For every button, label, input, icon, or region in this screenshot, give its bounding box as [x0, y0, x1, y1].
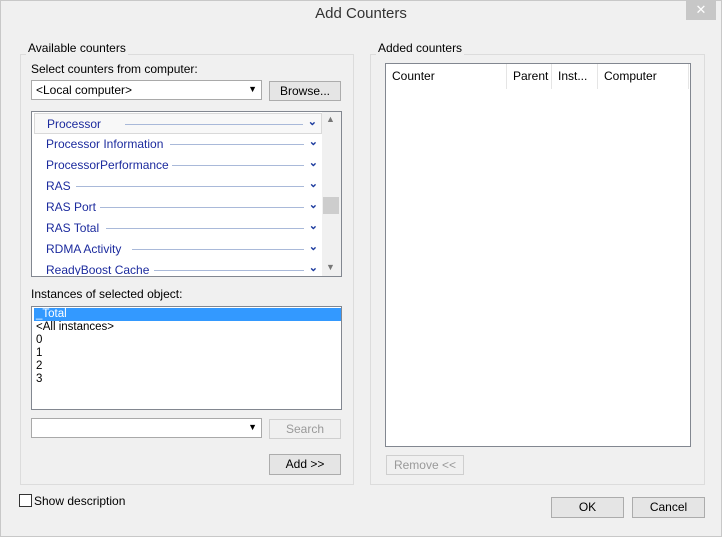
scroll-up-icon[interactable]: ▲: [326, 114, 335, 124]
instance-item[interactable]: 0: [34, 334, 341, 347]
column-computer[interactable]: Computer: [598, 64, 689, 89]
counter-item[interactable]: RDMA Activity ⌄: [34, 239, 322, 260]
counter-item[interactable]: RAS Total ⌄: [34, 218, 322, 239]
available-counters-label: Available counters: [26, 41, 128, 55]
chevron-down-icon: ▼: [248, 422, 257, 432]
expand-icon[interactable]: ⌄: [308, 115, 317, 128]
search-input[interactable]: ▼: [31, 418, 262, 438]
close-icon: ✕: [695, 2, 707, 17]
added-counters-table[interactable]: Counter Parent Inst... Computer: [385, 63, 691, 447]
computer-label: Select counters from computer:: [31, 62, 198, 76]
expand-icon[interactable]: ⌄: [309, 135, 318, 148]
instance-item[interactable]: 3: [34, 373, 341, 386]
scrollbar-thumb[interactable]: [323, 197, 339, 214]
counter-item[interactable]: RAS ⌄: [34, 176, 322, 197]
scroll-down-icon[interactable]: ▼: [326, 262, 335, 272]
counter-list-scrollbar[interactable]: ▲ ▼: [322, 112, 341, 276]
dialog-title: Add Counters: [315, 5, 407, 22]
counter-item[interactable]: ReadyBoost Cache ⌄: [34, 260, 322, 275]
expand-icon[interactable]: ⌄: [309, 198, 318, 211]
close-button[interactable]: ✕: [686, 0, 716, 20]
chevron-down-icon: ▼: [248, 84, 257, 94]
counter-list[interactable]: Processor ⌄ Processor Information ⌄ Proces…: [31, 111, 342, 277]
ok-button[interactable]: OK: [551, 497, 624, 518]
counter-item[interactable]: Processor Information ⌄: [34, 134, 322, 155]
expand-icon[interactable]: ⌄: [309, 240, 318, 253]
expand-icon[interactable]: ⌄: [309, 156, 318, 169]
instance-item[interactable]: 1: [34, 347, 341, 360]
column-counter[interactable]: Counter: [386, 64, 507, 89]
counter-item[interactable]: RAS Port ⌄: [34, 197, 322, 218]
show-description-label[interactable]: Show description: [34, 494, 125, 508]
instance-item[interactable]: <All instances>: [34, 321, 341, 334]
remove-button[interactable]: Remove <<: [386, 455, 464, 475]
add-button[interactable]: Add >>: [269, 454, 341, 475]
instance-item[interactable]: _Total: [34, 308, 341, 321]
expand-icon[interactable]: ⌄: [309, 219, 318, 232]
instances-list[interactable]: _Total <All instances> 0 1 2 3: [31, 306, 342, 410]
expand-icon[interactable]: ⌄: [309, 261, 318, 274]
column-parent[interactable]: Parent: [507, 64, 552, 89]
computer-value: <Local computer>: [36, 83, 133, 97]
show-description-checkbox[interactable]: [19, 494, 32, 507]
browse-button[interactable]: Browse...: [269, 81, 341, 101]
cancel-button[interactable]: Cancel: [632, 497, 705, 518]
computer-select[interactable]: <Local computer> ▼: [31, 80, 262, 100]
column-instance[interactable]: Inst...: [552, 64, 598, 89]
counter-item-processor[interactable]: Processor ⌄: [34, 113, 322, 134]
counter-item[interactable]: ProcessorPerformance ⌄: [34, 155, 322, 176]
instance-item[interactable]: 2: [34, 360, 341, 373]
search-button[interactable]: Search: [269, 419, 341, 439]
added-counters-label: Added counters: [376, 41, 465, 55]
expand-icon[interactable]: ⌄: [309, 177, 318, 190]
instances-label: Instances of selected object:: [31, 287, 183, 301]
